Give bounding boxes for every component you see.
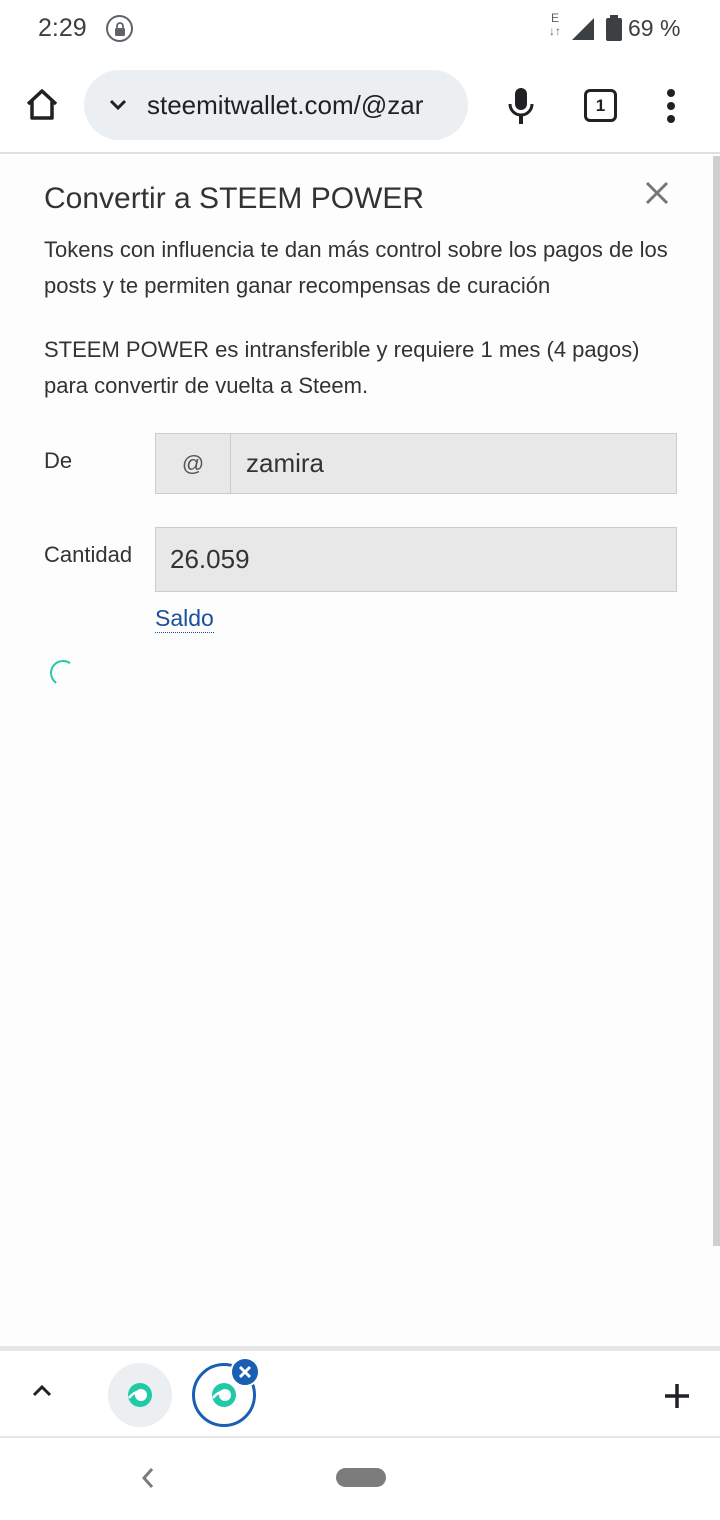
system-nav-bar: [0, 1438, 720, 1520]
from-value[interactable]: zamira: [246, 434, 324, 493]
scrollbar[interactable]: [713, 156, 720, 1246]
microphone-icon[interactable]: [506, 86, 536, 126]
chevron-up-icon[interactable]: [30, 1381, 54, 1401]
from-field[interactable]: @ zamira: [155, 433, 677, 494]
signal-icon: [572, 18, 594, 40]
data-indicator: E ↓↑: [549, 11, 561, 38]
browser-toolbar: steemitwallet.com/@zar 1: [0, 58, 720, 154]
dialog-note: STEEM POWER es intransferible y requiere…: [44, 337, 640, 398]
dialog-title: Convertir a STEEM POWER: [44, 182, 425, 215]
status-bar: 2:29 E ↓↑ 69 %: [0, 0, 720, 58]
chevron-down-icon[interactable]: [108, 95, 128, 115]
battery-percent: 69 %: [628, 15, 681, 41]
page-content: Convertir a STEEM POWER Tokens con influ…: [0, 156, 720, 1346]
dialog-description: Tokens con influencia te dan más control…: [44, 237, 668, 298]
loading-spinner-icon: [47, 657, 79, 689]
from-label: De: [44, 448, 73, 473]
home-icon[interactable]: [22, 84, 62, 124]
close-icon[interactable]: [644, 180, 670, 206]
tab-strip: [0, 1346, 720, 1438]
lock-icon: [106, 15, 133, 42]
back-icon[interactable]: [140, 1466, 156, 1490]
home-pill[interactable]: [336, 1468, 386, 1487]
steemit-logo-icon: [212, 1383, 236, 1407]
address-bar[interactable]: steemitwallet.com/@zar: [84, 70, 468, 140]
at-prefix: @: [156, 434, 231, 493]
status-time: 2:29: [38, 14, 87, 42]
amount-label: Cantidad: [44, 542, 133, 567]
tab-switcher-button[interactable]: 1: [584, 89, 617, 122]
close-tab-icon[interactable]: [230, 1357, 260, 1387]
balance-link[interactable]: Saldo: [155, 605, 214, 633]
amount-input[interactable]: 26.059: [155, 527, 677, 592]
more-vert-icon[interactable]: [666, 89, 676, 123]
steemit-logo-icon: [128, 1383, 152, 1407]
url-text[interactable]: steemitwallet.com/@zar: [147, 90, 423, 121]
battery-icon: [606, 15, 622, 41]
tab-thumbnail-1[interactable]: [108, 1363, 172, 1427]
plus-icon[interactable]: [662, 1381, 692, 1411]
